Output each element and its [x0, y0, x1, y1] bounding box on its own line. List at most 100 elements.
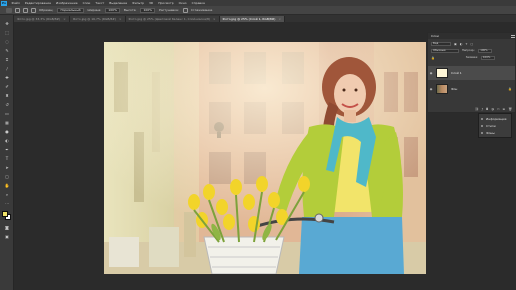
close-icon[interactable]: × — [278, 17, 281, 21]
healing-icon[interactable]: ✚ — [3, 75, 11, 80]
filter-label: Вид — [433, 42, 439, 45]
width-label: Ширина: — [87, 8, 102, 12]
dodge-icon[interactable]: ◐ — [3, 138, 11, 143]
popup-item-info[interactable]: Информация — [481, 116, 511, 122]
new-layer-icon[interactable]: ⊞ — [503, 107, 506, 111]
tools-panel: ✥ ⬚ ◌ ✎ ⌗ ∕ ✚ ✐ ♜ ↺ ▭ ▦ ● ◐ ✒ T ➤ ▢ ✋ ⌕ … — [0, 15, 14, 290]
add-mask-icon[interactable]: ◘ — [486, 107, 488, 111]
quick-mask-icon[interactable]: ◙ — [3, 225, 11, 230]
menu-edit[interactable]: Редактирование — [22, 1, 53, 5]
layer-row-selected[interactable]: ◉ Слой 1 — [428, 66, 515, 80]
panel-menu-icon[interactable] — [511, 34, 515, 38]
layer-name: Фон — [451, 87, 458, 91]
eyedropper-icon[interactable]: ∕ — [3, 66, 11, 71]
layer-lock-icon: 🔒 — [508, 87, 512, 91]
adjustment-layer-icon[interactable]: ◑ — [491, 107, 494, 111]
marquee-tool-icon[interactable] — [6, 7, 12, 13]
close-icon[interactable]: × — [119, 17, 122, 21]
lasso-icon[interactable]: ◌ — [3, 39, 11, 44]
more-tools-icon[interactable]: ⋯ — [3, 201, 11, 206]
filter-shape-icon[interactable]: ▢ — [470, 42, 473, 46]
height-label: Высота: — [123, 8, 137, 12]
crop-icon[interactable]: ⌗ — [3, 57, 11, 62]
gradient-icon[interactable]: ▦ — [3, 120, 11, 125]
options-bar: Образец: Нормальный Ширина: 100% Высота:… — [0, 6, 516, 15]
history-brush-icon[interactable]: ↺ — [3, 102, 11, 107]
backgrounds-icon — [481, 132, 483, 134]
layers-panel-title[interactable]: Слои — [428, 34, 442, 38]
subtract-selection-icon[interactable] — [31, 7, 36, 13]
new-selection-icon[interactable] — [15, 7, 20, 13]
document-image[interactable] — [104, 42, 426, 274]
menu-select[interactable]: Выделение — [107, 1, 130, 5]
antialias-label: Сглаживание — [190, 8, 213, 12]
menu-window[interactable]: Окно — [176, 1, 189, 5]
zoom-icon[interactable]: ⌕ — [3, 192, 11, 197]
style-select[interactable]: Нормальный — [57, 7, 84, 13]
menu-layers[interactable]: Слои — [80, 1, 93, 5]
panel-popup-menu: Информация Стили Фоны — [478, 113, 512, 138]
path-select-icon[interactable]: ➤ — [3, 165, 11, 170]
popup-item-backgrounds[interactable]: Фоны — [481, 130, 511, 136]
menu-help[interactable]: Справка — [189, 1, 207, 5]
lock-icon[interactable]: 🔒 — [431, 56, 435, 60]
marquee-icon[interactable]: ⬚ — [3, 30, 11, 35]
menu-image[interactable]: Изображение — [53, 1, 80, 5]
pen-icon[interactable]: ✒ — [3, 147, 11, 152]
antialias-checkbox[interactable] — [182, 7, 188, 13]
layers-footer: ⛓ ƒ ◘ ◑ ▭ ⊞ 🗑 — [428, 106, 515, 112]
hand-icon[interactable]: ✋ — [3, 183, 11, 188]
visibility-eye-icon[interactable]: ◉ — [428, 71, 434, 75]
menu-3d[interactable]: 3D — [147, 1, 156, 5]
type-icon[interactable]: T — [3, 156, 11, 161]
popup-item-label: Фоны — [486, 131, 495, 135]
foreground-color-swatch[interactable] — [2, 211, 8, 217]
document-tabs: Фото.jpg @ 33,3% (RGB/8#) × Фото.jpg @ 16… — [14, 15, 516, 22]
menu-type[interactable]: Текст — [93, 1, 107, 5]
popup-item-styles[interactable]: Стили — [481, 123, 511, 129]
eraser-icon[interactable]: ▭ — [3, 111, 11, 116]
link-layers-icon[interactable]: ⛓ — [475, 107, 479, 111]
lock-fill-row: 🔒 Заливка: 100% — [431, 55, 515, 60]
info-icon — [481, 118, 483, 120]
filter-pixel-icon[interactable]: ▣ — [454, 42, 457, 46]
blur-icon[interactable]: ● — [3, 129, 11, 134]
fill-value: 100% — [482, 56, 491, 59]
layer-filter-row: Вид ▣ ◐ T ▢ — [431, 41, 515, 46]
fx-icon[interactable]: ƒ — [482, 107, 483, 111]
layer-name: Слой 1 — [451, 71, 462, 75]
menu-filter[interactable]: Фильтр — [130, 1, 147, 5]
fill-label: Заливка: — [465, 56, 478, 59]
close-icon[interactable]: × — [213, 17, 216, 21]
brush-icon[interactable]: ✐ — [3, 84, 11, 89]
add-selection-icon[interactable] — [23, 7, 28, 13]
menu-file[interactable]: Файл — [9, 1, 22, 5]
layer-filter-select[interactable]: Вид — [431, 41, 451, 46]
opacity-label: Непрозр.: — [462, 49, 476, 52]
height-input[interactable]: 100% — [140, 7, 156, 13]
quick-select-icon[interactable]: ✎ — [3, 48, 11, 53]
popup-item-label: Стили — [486, 124, 496, 128]
visibility-eye-icon[interactable]: ◉ — [428, 87, 434, 91]
trash-icon[interactable]: 🗑 — [508, 107, 512, 111]
move-icon[interactable]: ✥ — [3, 21, 11, 26]
rectangle-icon[interactable]: ▢ — [3, 174, 11, 179]
group-icon[interactable]: ▭ — [497, 107, 500, 111]
fill-input[interactable]: 100% — [480, 55, 495, 60]
filter-adjust-icon[interactable]: ◐ — [460, 42, 463, 46]
opacity-input[interactable]: 100% — [478, 48, 493, 53]
close-icon[interactable]: × — [63, 17, 66, 21]
styles-icon — [481, 125, 483, 127]
layer-thumbnail — [436, 84, 448, 94]
blend-mode-label: Обычные — [433, 49, 446, 52]
filter-type-icon[interactable]: T — [465, 42, 467, 46]
blend-mode-select[interactable]: Обычные — [431, 48, 459, 53]
feather-label: Растушевка: — [159, 8, 179, 12]
layers-panel-header: Слои — [428, 33, 516, 39]
tab-label: Фото.jpg @ 25% (Слой 1, RGB/8#) — [222, 17, 276, 21]
screen-mode-icon[interactable]: ▣ — [3, 234, 11, 239]
menu-view[interactable]: Просмотр — [156, 1, 176, 5]
width-input[interactable]: 100% — [105, 7, 120, 13]
layer-row[interactable]: ◉ Фон 🔒 — [428, 82, 515, 96]
stamp-icon[interactable]: ♜ — [3, 93, 11, 98]
